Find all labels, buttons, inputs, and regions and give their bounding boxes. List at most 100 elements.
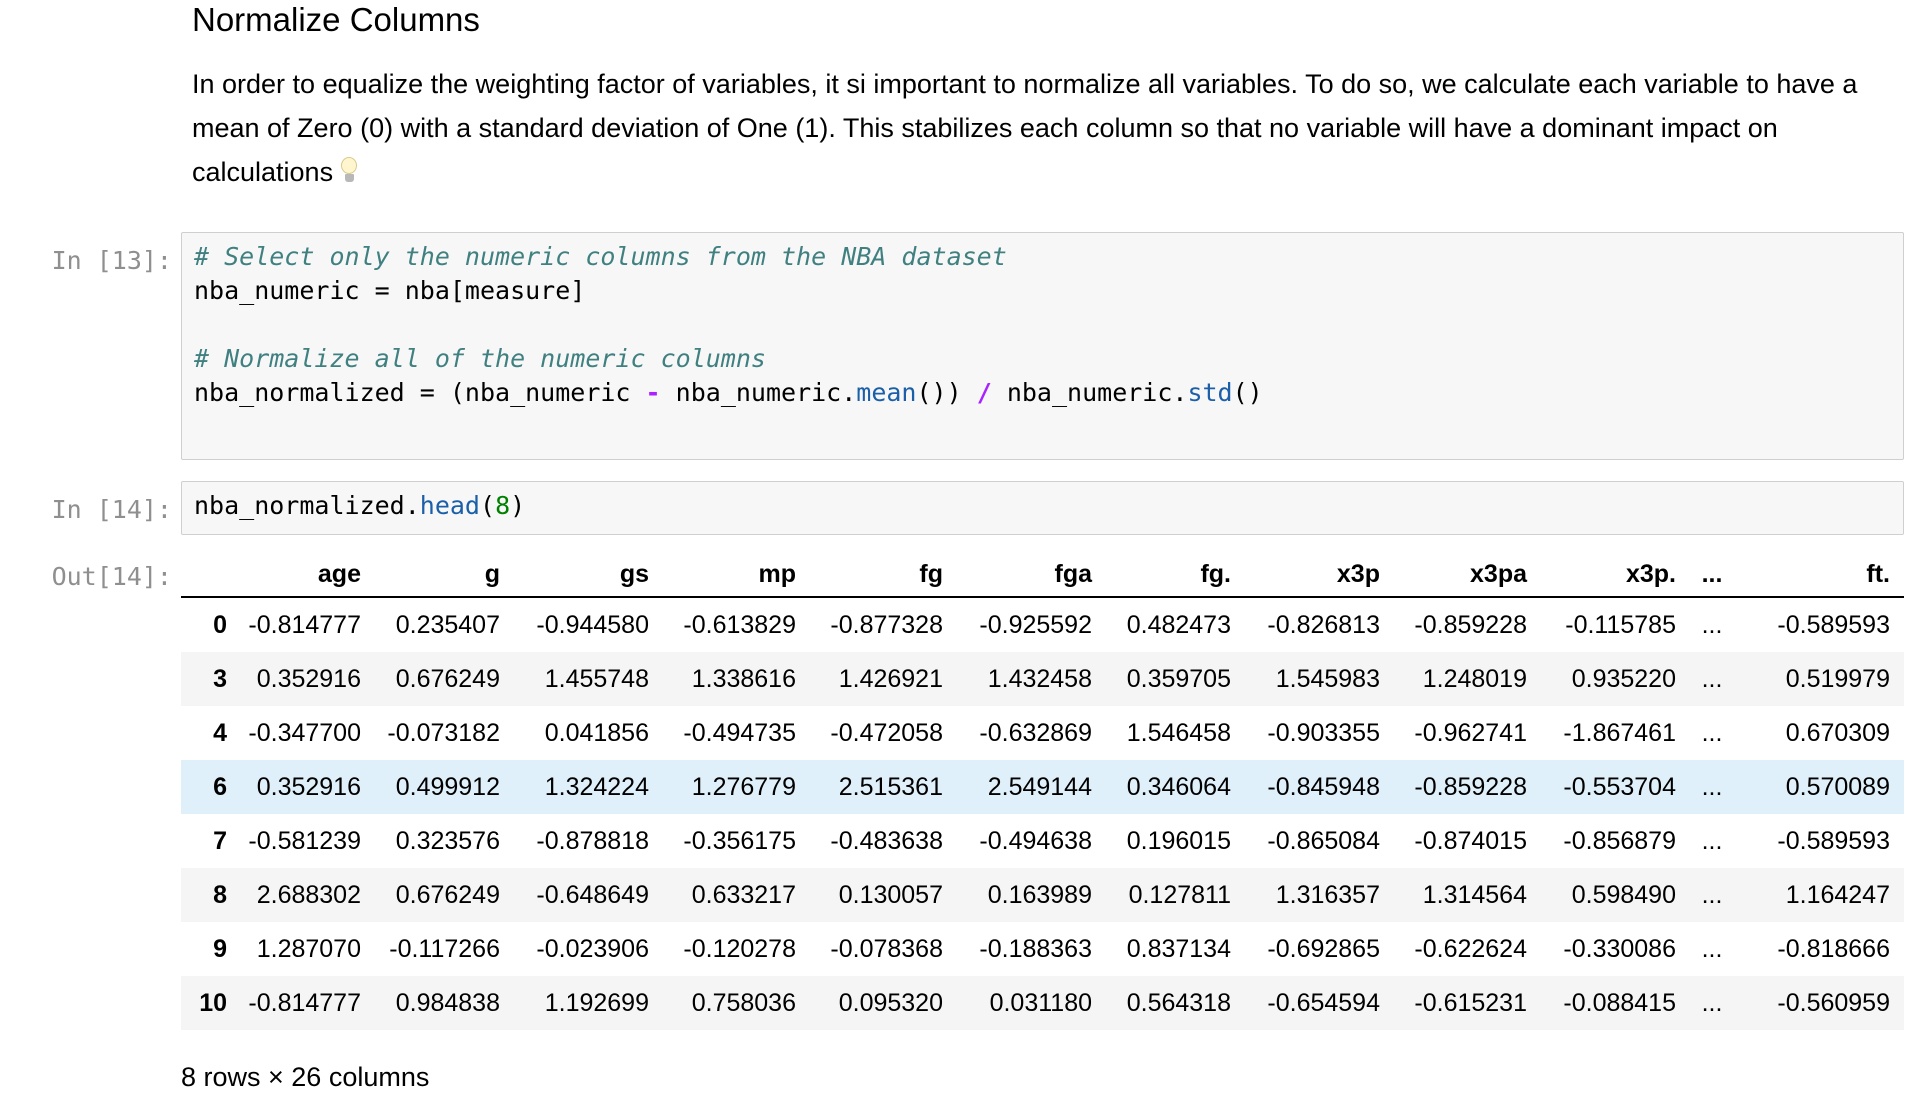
table-cell: -0.356175 [683,826,796,855]
column-header: fg. [1200,559,1231,588]
table-cell: 1.287070 [256,934,361,963]
table-cell: 0.670309 [1785,718,1890,747]
table-cell: -0.632869 [979,718,1092,747]
table-cell: -0.874015 [1414,826,1527,855]
table-cell: 1.432458 [987,664,1092,693]
code-cell-14[interactable]: nba_normalized.head(8) [181,481,1904,535]
table-cell: -0.023906 [536,934,649,963]
column-header: age [317,559,361,588]
table-cell: -0.330086 [1563,934,1676,963]
table-cell: -0.648649 [536,880,649,909]
table-cell: -0.115785 [1565,610,1676,639]
table-cell: -0.818666 [1777,934,1890,963]
table-cell: -0.944580 [536,610,649,639]
table-cell: -0.826813 [1267,610,1380,639]
table-cell: -0.859228 [1414,772,1527,801]
table-row: 9 1.287070 -0.117266 -0.023906 -0.120278 -0.0… [181,922,1904,976]
row-index: 9 [213,934,227,963]
table-cell: -0.073182 [387,718,500,747]
table-cell: 0.235407 [395,610,500,639]
table-cell: -0.589593 [1777,826,1890,855]
row-index: 6 [213,772,227,801]
table-cell: 0.352916 [256,664,361,693]
table-cell: 1.192699 [544,988,649,1017]
table-cell: 0.323576 [395,826,500,855]
row-index: 3 [213,664,227,693]
row-index: 8 [213,880,227,909]
table-cell: 0.758036 [691,988,796,1017]
table-cell: 0.346064 [1126,772,1231,801]
index-header [181,552,237,597]
table-row: 3 0.352916 0.676249 1.455748 1.338616 1.42692… [181,652,1904,706]
row-index: 4 [213,718,227,747]
output-prompt-14: Out[14]: [51,562,172,591]
code-line: nba_numeric = nba[measure] [194,276,586,305]
table-cell: 1.426921 [838,664,943,693]
table-row: 7 -0.581239 0.323576 -0.878818 -0.356175 -0.4… [181,814,1904,868]
table-cell: -0.347700 [248,718,361,747]
column-header: x3p [1336,559,1380,588]
table-cell: -0.903355 [1267,718,1380,747]
table-cell: -0.078368 [830,934,943,963]
header-row: age g gs mp fg fga fg. x3p x3pa x3p.... ft. [181,552,1904,597]
table-cell: -0.856879 [1563,826,1676,855]
table-row: 10 -0.814777 0.984838 1.192699 0.758036 0.095… [181,976,1904,1030]
table-cell: -0.814777 [248,988,361,1017]
table-cell: 0.352916 [256,772,361,801]
code-operator: / [976,378,992,407]
table-cell: 0.633217 [691,880,796,909]
table-cell: 0.041856 [544,718,649,747]
table-cell: -0.472058 [830,718,943,747]
table-cell: -0.845948 [1267,772,1380,801]
table-cell: 1.545983 [1275,664,1380,693]
table-cell: 1.314564 [1422,880,1527,909]
ellipsis-cell: ... [1701,826,1723,855]
ellipsis-cell: ... [1701,772,1723,801]
input-prompt-13: In [13]: [51,246,172,275]
table-cell: -0.553704 [1563,772,1676,801]
markdown-paragraph: In order to equalize the weighting facto… [192,62,1892,194]
column-header: mp [758,559,797,588]
ellipsis-cell: ... [1701,718,1723,747]
code-text: ) [510,491,526,520]
section-heading: Normalize Columns [192,1,480,38]
table-cell: 0.676249 [395,880,500,909]
column-header: gs [619,559,649,588]
paragraph-text: In order to equalize the weighting facto… [192,69,1858,187]
table-cell: -0.088415 [1563,988,1676,1017]
table-cell: -0.692865 [1267,934,1380,963]
table-body: 0 -0.814777 0.235407 -0.944580 -0.613829 -0.8… [181,597,1904,1030]
table-cell: 0.359705 [1126,664,1231,693]
table-cell: -0.654594 [1267,988,1380,1017]
lightbulb-icon [339,157,359,185]
table-cell: -0.613829 [683,610,796,639]
code-text: () [1232,378,1263,407]
table-cell: 1.248019 [1422,664,1527,693]
code-text: nba_normalized = (nba_numeric [194,378,646,407]
table-cell: 0.163989 [987,880,1092,909]
code-cell-13[interactable]: # Select only the numeric columns from t… [181,232,1904,460]
dataframe-shape-summary: 8 rows × 26 columns [181,1062,430,1092]
code-number: 8 [495,491,511,520]
table-cell: 1.316357 [1275,880,1380,909]
code-text: nba_numeric. [660,378,857,407]
code-text: ( [480,491,496,520]
table-cell: 0.095320 [838,988,943,1017]
table-cell: 2.515361 [838,772,943,801]
table-cell: -0.494638 [979,826,1092,855]
table-cell: -0.865084 [1267,826,1380,855]
table-cell: 0.499912 [395,772,500,801]
table-cell: 1.546458 [1126,718,1231,747]
ellipsis-cell: ... [1701,664,1723,693]
table-cell: 2.688302 [256,880,361,909]
table-cell: -0.581239 [248,826,361,855]
column-header: x3p. [1625,559,1676,588]
dataframe-table: age g gs mp fg fga fg. x3p x3pa x3p.... ft. 0 -0.81… [181,552,1904,1030]
table-cell: 0.031180 [989,988,1092,1017]
table-cell: -0.120278 [683,934,796,963]
column-header: g [484,559,500,588]
table-cell: 0.570089 [1785,772,1890,801]
column-header: ft. [1866,559,1890,588]
table-cell: 0.519979 [1785,664,1890,693]
table-cell: -1.867461 [1563,718,1676,747]
